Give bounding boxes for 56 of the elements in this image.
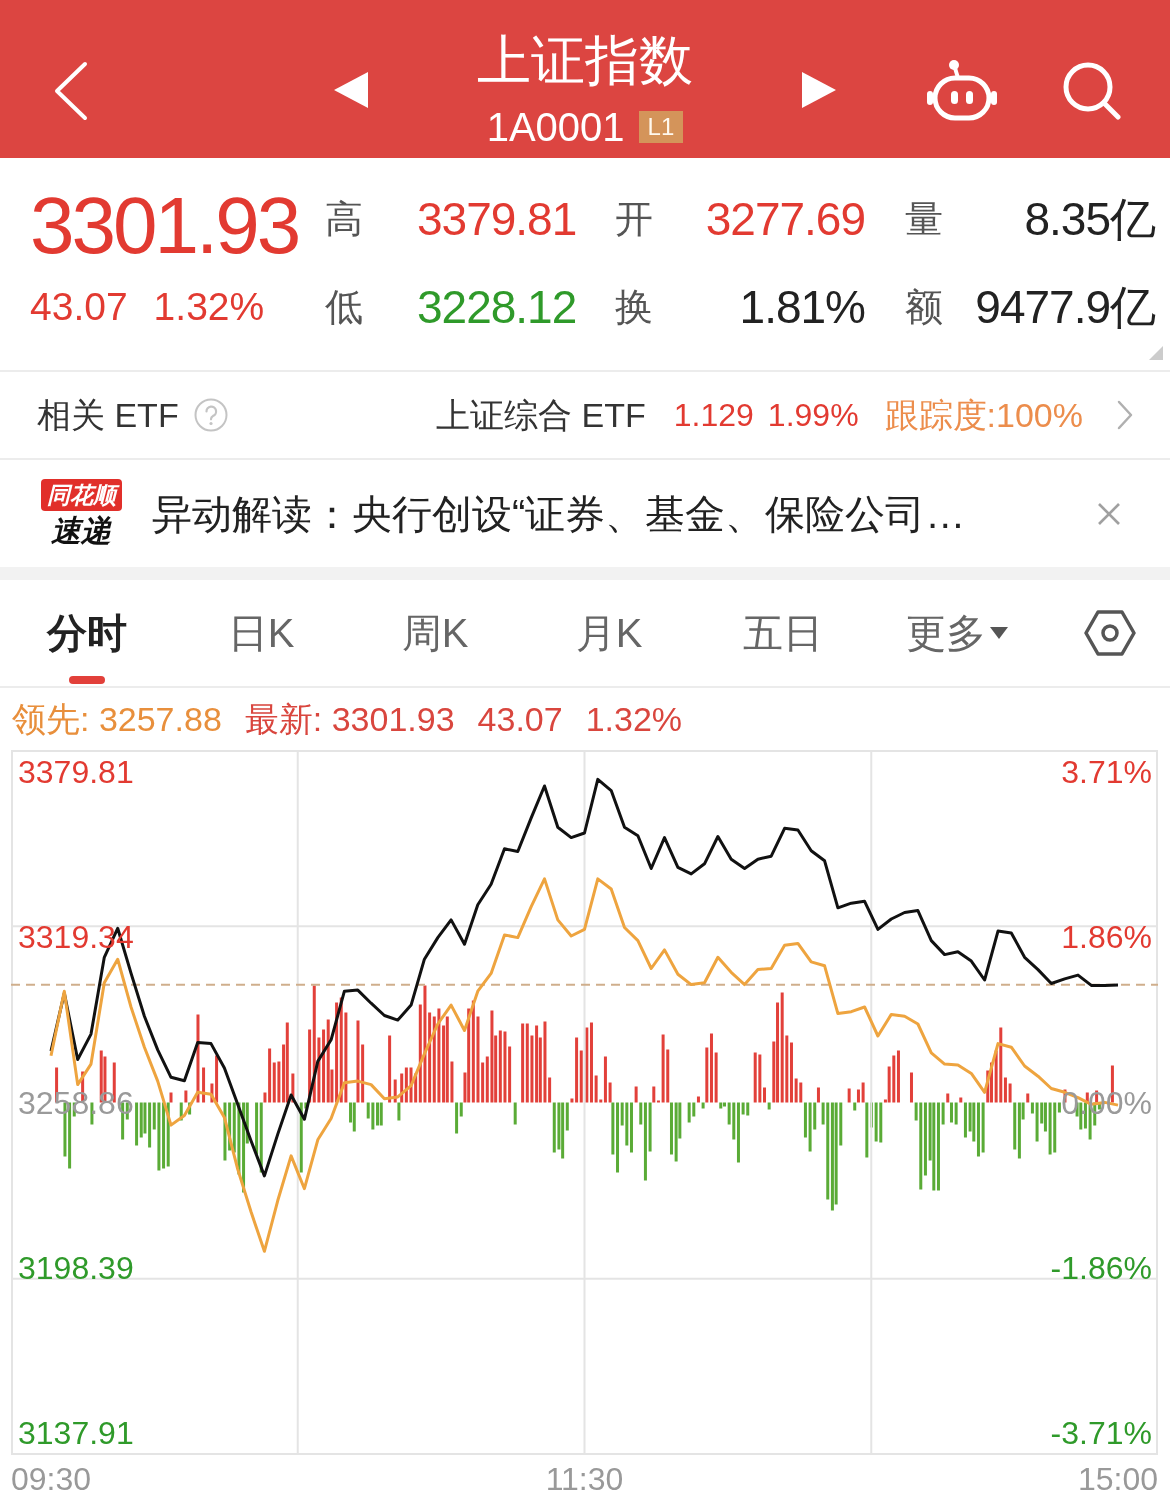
legend-value: 43.07 xyxy=(477,699,563,739)
percent-axis-label: -1.86% xyxy=(1050,1249,1152,1286)
brand-label: 速递 xyxy=(51,514,111,548)
chart-tab[interactable]: 周K xyxy=(348,580,522,686)
close-icon[interactable] xyxy=(1097,501,1121,526)
percent-axis-label: 3.71% xyxy=(1061,754,1152,790)
last-price: 3301.93 xyxy=(30,184,300,268)
stat-value: 9477.9亿 xyxy=(975,281,1155,333)
stat-label: 量 xyxy=(904,197,944,242)
price-change: 43.07 xyxy=(30,284,128,330)
etf-price: 1.129 xyxy=(673,396,754,435)
chart-tab[interactable]: 五日 xyxy=(696,580,870,686)
chart-tab[interactable]: 月K xyxy=(522,580,696,686)
settings-icon[interactable] xyxy=(1084,610,1136,656)
stat-label: 额 xyxy=(904,285,944,330)
legend-value: 领先: 3257.88 xyxy=(12,699,222,739)
stat-label: 换 xyxy=(615,285,654,330)
triangle-right-icon[interactable] xyxy=(802,72,836,108)
triangle-left-icon[interactable] xyxy=(334,72,368,108)
time-label: 11:30 xyxy=(545,1461,624,1497)
stat-label: 低 xyxy=(325,285,364,330)
news-headline[interactable]: 异动解读：央行创设“证券、基金、保险公司… xyxy=(152,488,966,539)
robot-icon[interactable] xyxy=(927,58,997,122)
stat-value: 3379.81 xyxy=(417,193,577,245)
etf-change: 1.99% xyxy=(767,396,859,435)
etf-name: 上证综合 ETF xyxy=(436,395,646,435)
caret-down-icon xyxy=(990,627,1008,639)
page-title: 上证指数 xyxy=(477,29,693,92)
legend-value: 1.32% xyxy=(585,699,683,739)
stat-value: 1.81% xyxy=(739,281,865,333)
back-icon[interactable] xyxy=(54,61,88,121)
chart-tab[interactable]: 日K xyxy=(174,580,348,686)
level-badge: L1 xyxy=(638,111,684,143)
percent-axis-label: 1.86% xyxy=(1061,919,1152,956)
chart-tab[interactable]: 分时 xyxy=(0,580,174,686)
time-label: 09:30 xyxy=(10,1461,92,1497)
price-axis-label: 3198.39 xyxy=(18,1249,134,1286)
price-axis-label: 3137.91 xyxy=(18,1415,134,1451)
stat-value: 3228.12 xyxy=(417,281,577,333)
brand-badge: 同花顺 xyxy=(40,479,122,511)
chevron-right-icon[interactable] xyxy=(1117,400,1133,430)
stock-code: 1A0001 xyxy=(486,105,625,149)
time-label: 15:00 xyxy=(1077,1461,1159,1497)
percent-change: 1.32% xyxy=(153,284,265,330)
more-dropdown[interactable]: 更多 xyxy=(870,580,1044,686)
tracking-degree: 跟踪度:100% xyxy=(884,395,1083,435)
stat-value: 3277.69 xyxy=(705,193,865,245)
search-icon[interactable] xyxy=(1061,60,1121,120)
related-etf-label: 相关 ETF xyxy=(37,395,179,435)
legend-value: 最新: 3301.93 xyxy=(244,699,455,739)
price-axis-label: 3379.81 xyxy=(18,754,134,790)
percent-axis-label: -3.71% xyxy=(1050,1415,1152,1451)
stat-label: 开 xyxy=(615,197,654,242)
active-tab-indicator xyxy=(69,676,105,684)
stat-value: 8.35亿 xyxy=(1024,193,1155,245)
stat-label: 高 xyxy=(325,197,364,242)
